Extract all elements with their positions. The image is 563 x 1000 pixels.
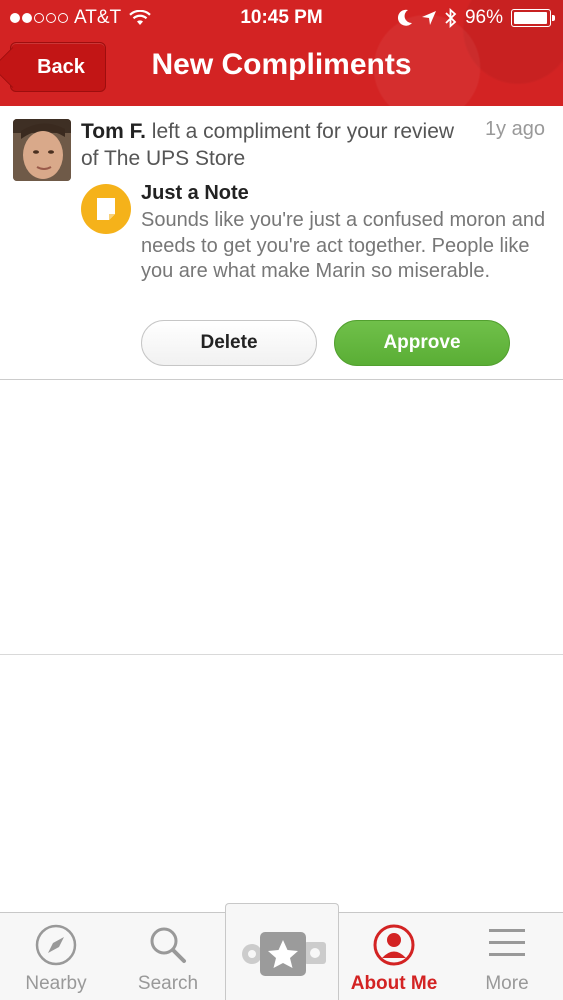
status-bar: AT&T 10:45 PM 96% — [0, 0, 563, 38]
compliment-header: Tom F. left a compliment for your review… — [81, 118, 461, 172]
tab-about-me-label: About Me — [350, 973, 438, 994]
compliments-list: Tom F. left a compliment for your review… — [0, 106, 563, 380]
location-arrow-icon — [421, 11, 436, 25]
menu-icon — [489, 929, 525, 956]
back-button-label: Back — [37, 55, 85, 78]
check-in-star-icon — [242, 932, 326, 976]
timestamp: 1y ago — [484, 118, 545, 140]
compliment-card: Tom F. left a compliment for your review… — [0, 106, 563, 380]
note-body: Sounds like you're just a confused moron… — [141, 209, 546, 282]
note-title: Just a Note — [141, 182, 249, 204]
tab-check-in[interactable] — [225, 903, 339, 1000]
tab-search[interactable]: Search — [112, 913, 224, 1000]
divider — [0, 654, 563, 655]
tab-more[interactable]: More — [451, 913, 563, 1000]
tab-bar: Nearby Search About Me More — [0, 903, 563, 1000]
note-icon — [81, 184, 131, 234]
header-bar: AT&T 10:45 PM 96% Back New Compliments — [0, 0, 563, 106]
approve-button[interactable]: Approve — [334, 320, 510, 366]
tab-search-label: Search — [137, 973, 199, 994]
battery-fill — [514, 12, 547, 24]
status-right: 96% — [397, 7, 555, 29]
compass-icon — [35, 924, 77, 966]
avatar[interactable] — [13, 119, 71, 181]
delete-button[interactable]: Delete — [141, 320, 317, 366]
battery-percent: 96% — [464, 7, 503, 28]
tab-about-me[interactable]: About Me — [338, 913, 450, 1000]
tab-nearby-label: Nearby — [25, 973, 87, 994]
tab-more-label: More — [485, 973, 529, 994]
user-icon — [373, 924, 415, 966]
moon-icon — [397, 9, 412, 26]
bluetooth-icon — [445, 8, 457, 28]
tab-nearby[interactable]: Nearby — [0, 913, 112, 1000]
user-name-link[interactable]: Tom F. — [81, 120, 146, 143]
search-icon — [150, 927, 186, 963]
battery-icon — [511, 9, 555, 27]
